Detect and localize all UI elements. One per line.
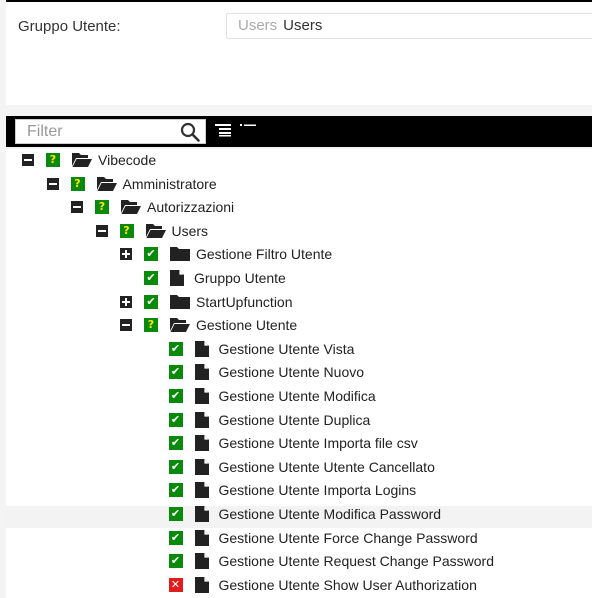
tree-node-label: Gestione Utente Show User Authorization [218,576,477,593]
file-icon [194,482,209,499]
checkbox-partial-icon[interactable]: ? [46,153,60,167]
tree-node-label: Gestione Utente Modifica Password [218,506,442,522]
folder-icon [170,247,190,262]
tree-node[interactable]: ✔ Gestione Utente Importa Logins [168,480,417,500]
checkbox-checked-icon[interactable]: ✔ [168,412,183,427]
tree-node[interactable]: ✔ Gestione Utente Vista [168,339,355,359]
checkbox-checked-icon[interactable]: ✔ [144,271,158,285]
tree-node-label: Gestione Utente Importa file csv [218,435,418,452]
checkbox-partial-icon[interactable]: ? [119,223,134,238]
file-icon [194,364,209,381]
folder-open-icon [145,223,166,238]
file-icon [194,340,209,357]
collapse-toggle-icon[interactable] [95,224,108,237]
checkbox-checked-icon[interactable]: ✔ [168,341,183,356]
tree-node-label: Gestione Utente Importa Logins [218,482,417,499]
checkbox-partial-icon[interactable]: ? [95,200,109,215]
checkbox-checked-icon[interactable]: ✔ [144,247,158,262]
file-icon [194,458,209,475]
tree-node-label: Gestione Utente Request Change Password [218,553,495,570]
tree-node-label: Gestione Utente [196,317,298,334]
file-icon [194,388,209,404]
checkbox-checked-icon[interactable]: ✔ [168,389,183,403]
user-group-placeholder: Users [238,17,278,34]
file-icon [194,529,209,546]
checkbox-denied-icon[interactable]: ✕ [168,577,183,592]
file-icon [194,576,209,593]
tree-node[interactable]: ✔ Gruppo Utente [144,268,286,288]
tree-node-label: Gestione Filtro Utente [196,246,333,263]
tree-node[interactable]: ✔ Gestione Utente Utente Cancellato [168,457,435,477]
folder-open-icon [96,176,117,191]
filter-input[interactable] [16,120,176,143]
collapse-toggle-icon[interactable] [120,319,132,332]
expand-toggle-icon[interactable] [120,248,132,261]
tree-node[interactable]: ? Users [95,221,209,241]
user-group-field[interactable]: Users Users [226,13,592,39]
checkbox-checked-icon[interactable]: ✔ [168,436,183,451]
tree-node[interactable]: ✔ Gestione Utente Nuovo [168,362,365,382]
file-icon [170,270,184,286]
tree-node[interactable]: ✔ StartUpfunction [120,292,293,312]
tree-node-label: Gestione Utente Duplica [218,411,371,428]
user-group-form: Gruppo Utente: Users Users [6,2,592,105]
tree-node[interactable]: ✔ Gestione Utente Modifica [168,386,376,406]
tree-node[interactable]: ? Amministratore [46,174,217,194]
checkbox-checked-icon[interactable]: ✔ [168,459,183,474]
filter-box [15,119,206,144]
tree-node-label: Gestione Utente Nuovo [218,364,365,381]
file-icon [194,506,209,522]
tree-node[interactable]: ? Autorizzazioni [71,197,234,217]
tree-node[interactable]: ✔ Gestione Filtro Utente [120,244,332,264]
checkbox-checked-icon[interactable]: ✔ [144,294,158,309]
tree-node-label: Vibecode [98,152,157,168]
folder-open-icon [121,200,141,215]
tree-node-label: StartUpfunction [196,293,293,310]
tree-node[interactable]: ✔ Gestione Utente Duplica [168,410,371,430]
folder-open-icon [170,318,190,333]
collapse-toggle-icon[interactable] [71,201,83,214]
file-icon [194,553,209,570]
tree-toolbar [6,116,592,147]
user-group-label: Gruppo Utente: [18,18,121,35]
search-icon[interactable] [180,122,200,142]
tree-node[interactable]: ✔ Gestione Utente Request Change Password [168,551,495,571]
expand-toggle-icon[interactable] [120,295,132,308]
checkbox-partial-icon[interactable]: ? [70,176,85,191]
tree-node-label: Gestione Utente Utente Cancellato [218,458,435,475]
tree-node-label: Gestione Utente Force Change Password [218,529,478,546]
tree-node-label: Gestione Utente Vista [218,340,355,357]
file-icon [194,435,209,452]
tree-node[interactable]: ✕ Gestione Utente Show User Authorization [168,575,477,595]
folder-icon [170,294,190,309]
file-icon [194,411,209,428]
folder-open-icon [72,153,92,167]
tree-node-label: Amministratore [122,175,217,192]
checkbox-partial-icon[interactable]: ? [144,318,158,333]
tree-node[interactable]: ✔ Gestione Utente Force Change Password [168,528,478,548]
checkbox-checked-icon[interactable]: ✔ [168,365,183,380]
user-group-value: Users [283,17,323,34]
tree-node[interactable]: ? Vibecode [22,150,156,170]
tree-node[interactable]: ✔ Gestione Utente Modifica Password [168,504,442,524]
tree-node[interactable]: ✔ Gestione Utente Importa file csv [168,433,418,453]
tree-node-label: Autorizzazioni [147,199,235,216]
collapse-toggle-icon[interactable] [46,177,59,190]
checkbox-checked-icon[interactable]: ✔ [168,483,183,498]
tree-node-label: Gestione Utente Modifica [218,388,376,404]
collapse-toggle-icon[interactable] [22,154,34,166]
expand-all-icon[interactable] [215,123,231,137]
checkbox-checked-icon[interactable]: ✔ [168,530,183,545]
tree-node-label: Gruppo Utente [194,270,286,286]
tree-node-label: Users [171,222,209,239]
checkbox-checked-icon[interactable]: ✔ [168,554,183,569]
tree-node[interactable]: ? Gestione Utente [120,315,297,335]
checkbox-checked-icon[interactable]: ✔ [168,507,183,521]
collapse-all-icon[interactable] [240,123,256,137]
